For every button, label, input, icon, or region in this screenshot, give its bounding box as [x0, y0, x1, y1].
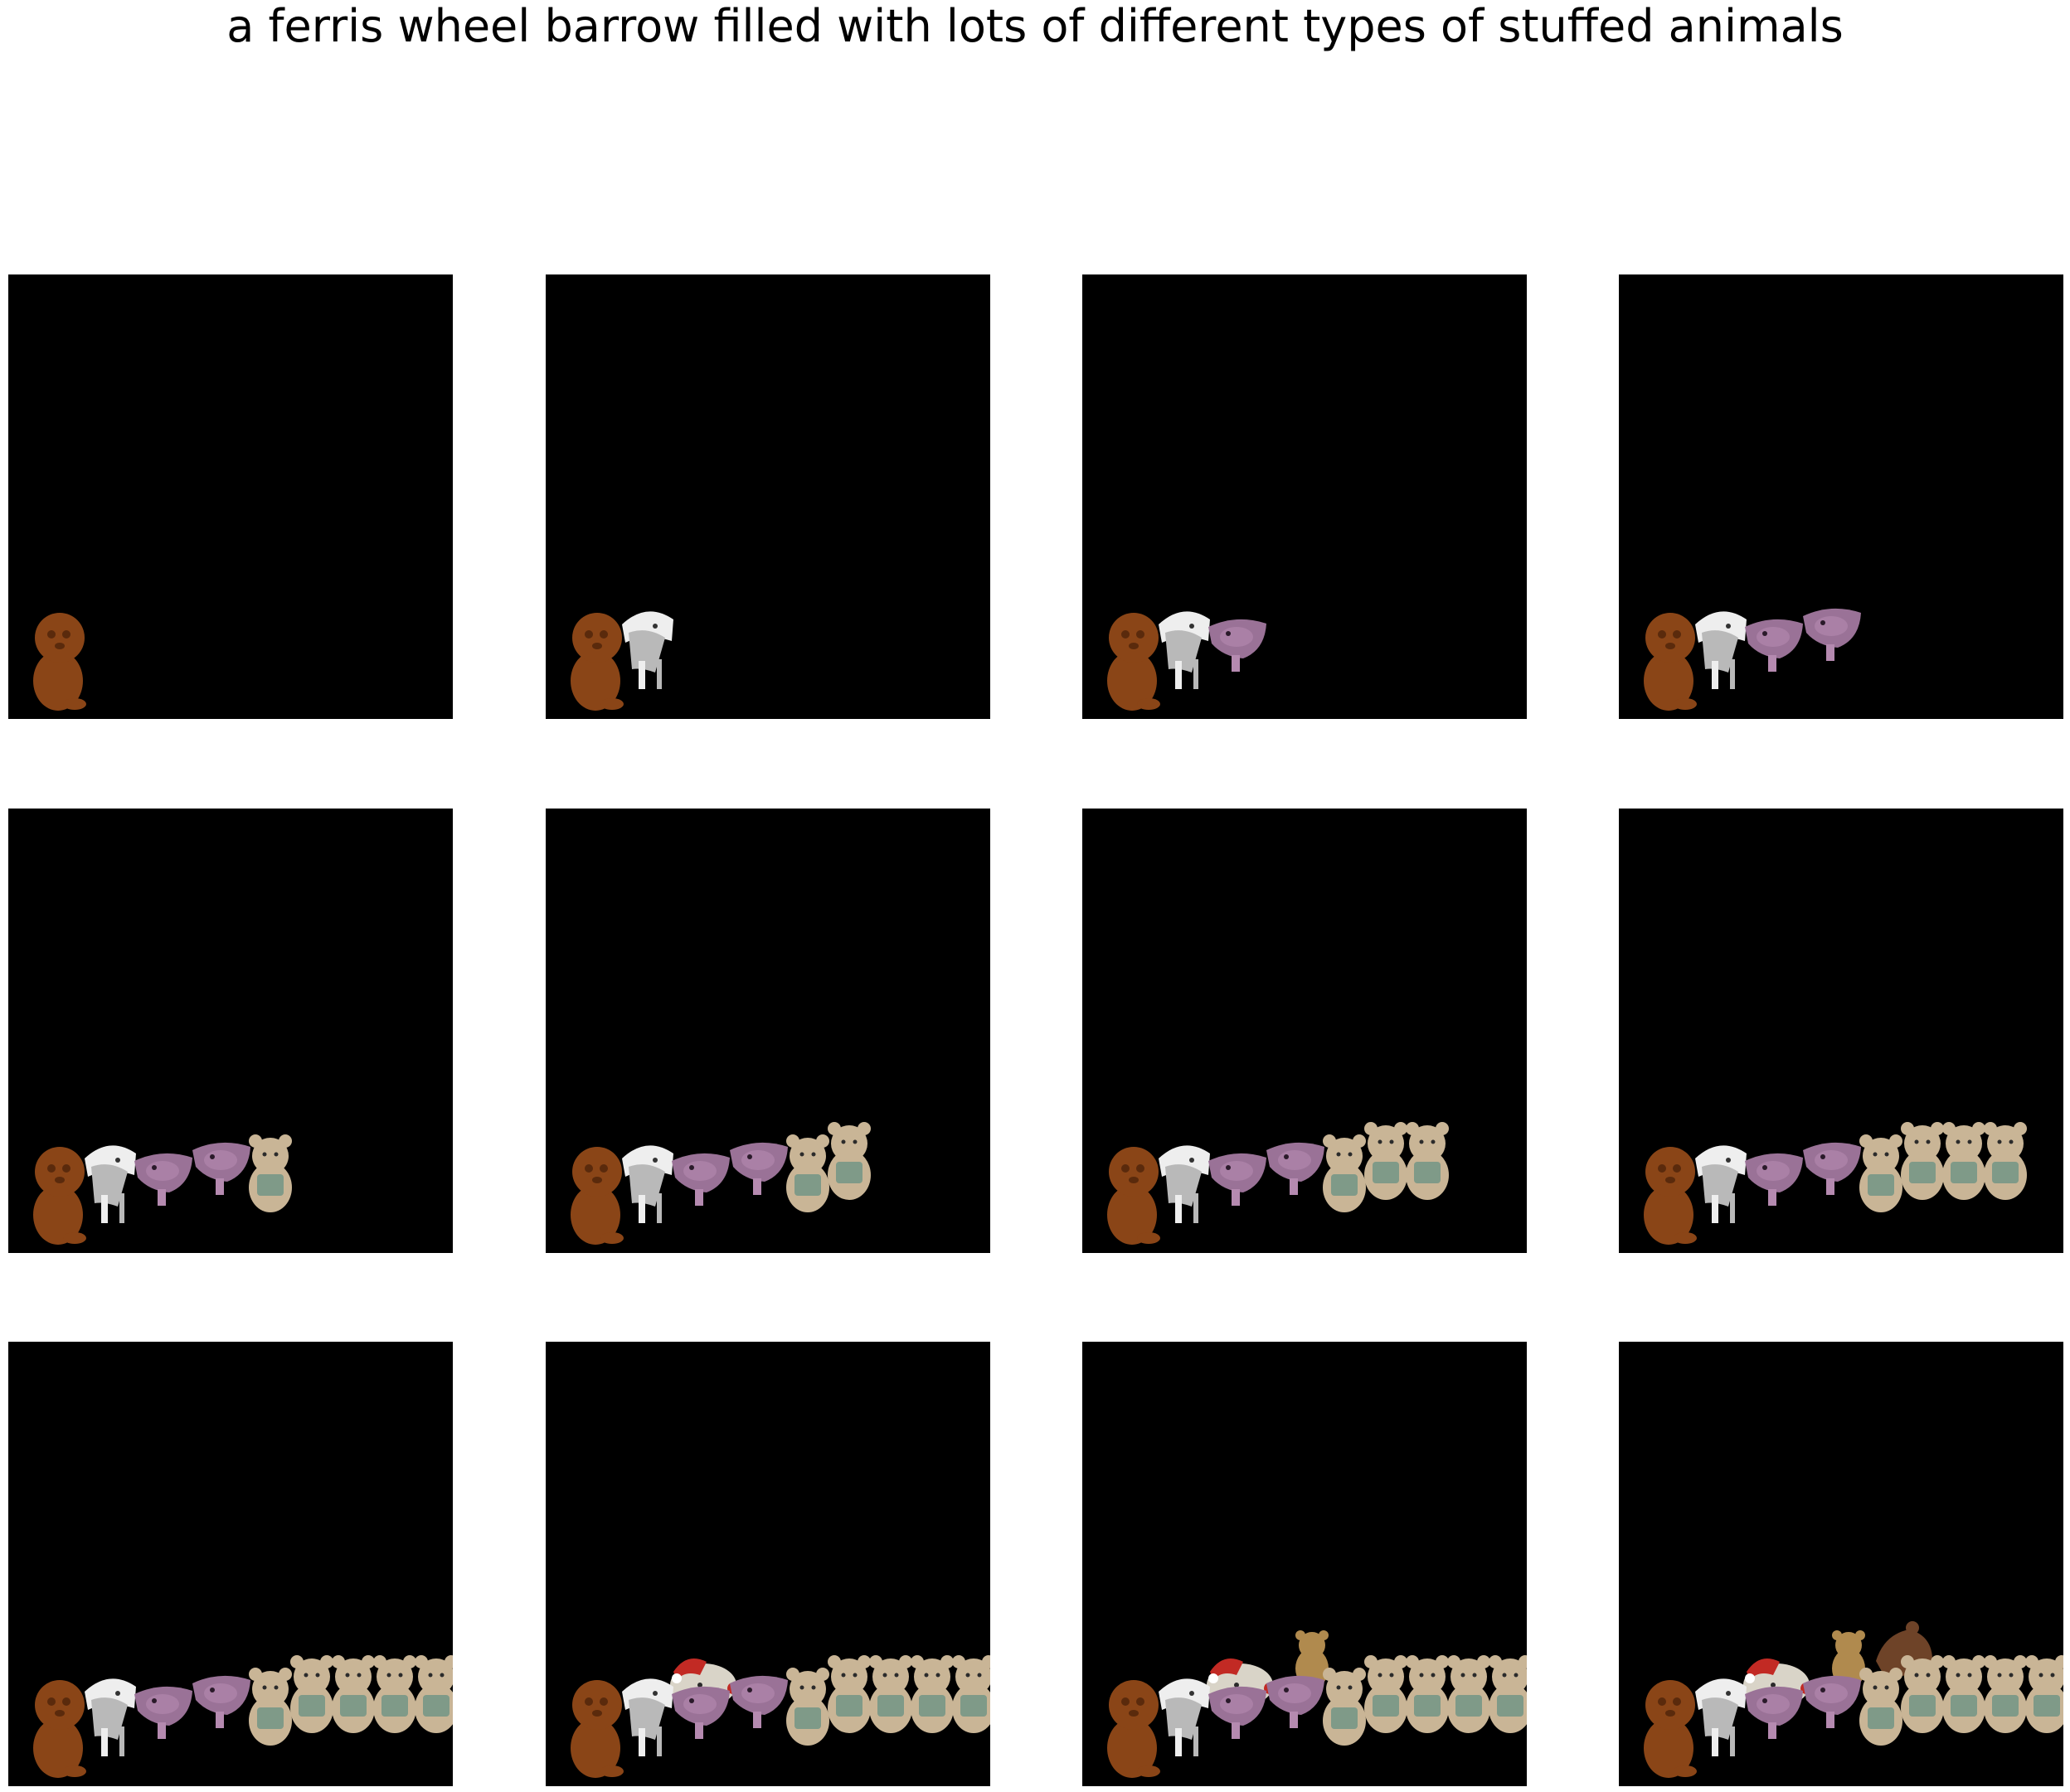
- pink-pig-plush: [1803, 608, 1861, 661]
- pink-pig-plush: [1266, 1142, 1324, 1195]
- white-bunny-plush: [1159, 1145, 1210, 1223]
- tan-bear-plush: [1942, 1122, 1985, 1200]
- tan-bear-plush: [1901, 1122, 1944, 1200]
- step-image: [33, 613, 86, 711]
- step-image: [33, 1134, 292, 1245]
- pink-pig-plush: [1266, 1675, 1324, 1728]
- tan-bear-plush: [1364, 1122, 1407, 1200]
- step-image: [1644, 608, 1861, 711]
- tan-bear-plush: [290, 1655, 333, 1733]
- pink-pig-plush: [730, 1142, 788, 1195]
- step-panel-4: [1619, 274, 2063, 719]
- brown-poodle-plush: [571, 613, 624, 711]
- pink-pig-plush: [1745, 1686, 1803, 1739]
- tan-bear-plush: [1489, 1655, 1527, 1733]
- pink-pig-plush: [1208, 1686, 1266, 1739]
- pink-pig-plush: [1803, 1142, 1861, 1195]
- brown-poodle-plush: [1644, 1147, 1697, 1245]
- step-image: [1644, 1621, 2063, 1778]
- tan-bear-plush: [373, 1655, 416, 1733]
- white-bunny-plush: [85, 1145, 136, 1223]
- brown-poodle-plush: [33, 1147, 86, 1245]
- tan-bear-plush: [1406, 1122, 1449, 1200]
- white-bunny-plush: [1159, 1678, 1210, 1756]
- brown-poodle-plush: [1107, 1147, 1160, 1245]
- tan-bear-plush: [2025, 1655, 2063, 1733]
- tan-bear-plush: [415, 1655, 453, 1733]
- step-image: [571, 1122, 871, 1245]
- step-panel-2: [546, 274, 990, 719]
- step-image: [1107, 1630, 1527, 1778]
- tan-bear-plush: [1364, 1655, 1407, 1733]
- tan-bear-plush: [1406, 1655, 1449, 1733]
- tan-bear-plush: [249, 1134, 292, 1212]
- tan-bear-plush: [1859, 1668, 1902, 1746]
- pink-pig-plush: [192, 1142, 250, 1195]
- step-panel-12: [1619, 1342, 2063, 1786]
- pink-pig-plush: [134, 1153, 192, 1206]
- tan-bear-plush: [869, 1655, 912, 1733]
- brown-poodle-plush: [571, 1680, 624, 1778]
- tan-bear-plush: [1447, 1655, 1490, 1733]
- step-panel-10: [546, 1342, 990, 1786]
- tan-bear-plush: [1859, 1134, 1902, 1212]
- brown-poodle-plush: [33, 613, 86, 711]
- pink-pig-plush: [672, 1153, 730, 1206]
- white-bunny-plush: [1695, 1145, 1747, 1223]
- step-image: [571, 1655, 990, 1778]
- white-bunny-plush: [622, 1145, 673, 1223]
- step-panel-7: [1082, 809, 1527, 1253]
- tan-bear-plush: [1984, 1655, 2027, 1733]
- white-bunny-plush: [1695, 611, 1747, 689]
- brown-poodle-plush: [571, 1147, 624, 1245]
- pink-pig-plush: [1745, 1153, 1803, 1206]
- tan-bear-plush: [1942, 1655, 1985, 1733]
- step-panel-5: [8, 809, 453, 1253]
- tan-bear-plush: [1323, 1668, 1366, 1746]
- step-image: [1107, 611, 1266, 711]
- step-image: [571, 611, 673, 711]
- pink-pig-plush: [1745, 619, 1803, 672]
- white-bunny-plush: [622, 1678, 673, 1756]
- pink-pig-plush: [1803, 1675, 1861, 1728]
- tan-bear-plush: [786, 1134, 829, 1212]
- white-bunny-plush: [622, 611, 673, 689]
- tan-bear-plush: [828, 1655, 871, 1733]
- brown-poodle-plush: [33, 1680, 86, 1778]
- tan-bear-plush: [828, 1122, 871, 1200]
- figure-title: a ferris wheel barrow filled with lots o…: [226, 0, 1844, 52]
- pink-pig-plush: [1208, 619, 1266, 672]
- step-panel-8: [1619, 809, 2063, 1253]
- step-panel-6: [546, 809, 990, 1253]
- pink-pig-plush: [1208, 1153, 1266, 1206]
- step-image: [33, 1655, 453, 1778]
- tan-bear-plush: [911, 1655, 954, 1733]
- pink-pig-plush: [730, 1675, 788, 1728]
- brown-poodle-plush: [1644, 1680, 1697, 1778]
- tan-bear-plush: [249, 1668, 292, 1746]
- step-image: [1107, 1122, 1449, 1245]
- step-panel-11: [1082, 1342, 1527, 1786]
- tan-bear-plush: [952, 1655, 990, 1733]
- white-bunny-plush: [1159, 611, 1210, 689]
- tan-bear-plush: [1323, 1134, 1366, 1212]
- pink-pig-plush: [134, 1686, 192, 1739]
- pink-pig-plush: [672, 1686, 730, 1739]
- step-panel-1: [8, 274, 453, 719]
- brown-poodle-plush: [1107, 613, 1160, 711]
- brown-poodle-plush: [1107, 1680, 1160, 1778]
- step-image: [1644, 1122, 2027, 1245]
- step-panel-3: [1082, 274, 1527, 719]
- step-panel-9: [8, 1342, 453, 1786]
- tan-bear-plush: [332, 1655, 375, 1733]
- white-bunny-plush: [85, 1678, 136, 1756]
- white-bunny-plush: [1695, 1678, 1747, 1756]
- tan-bear-plush: [786, 1668, 829, 1746]
- brown-poodle-plush: [1644, 613, 1697, 711]
- pink-pig-plush: [192, 1675, 250, 1728]
- tan-bear-plush: [1901, 1655, 1944, 1733]
- tan-bear-plush: [1984, 1122, 2027, 1200]
